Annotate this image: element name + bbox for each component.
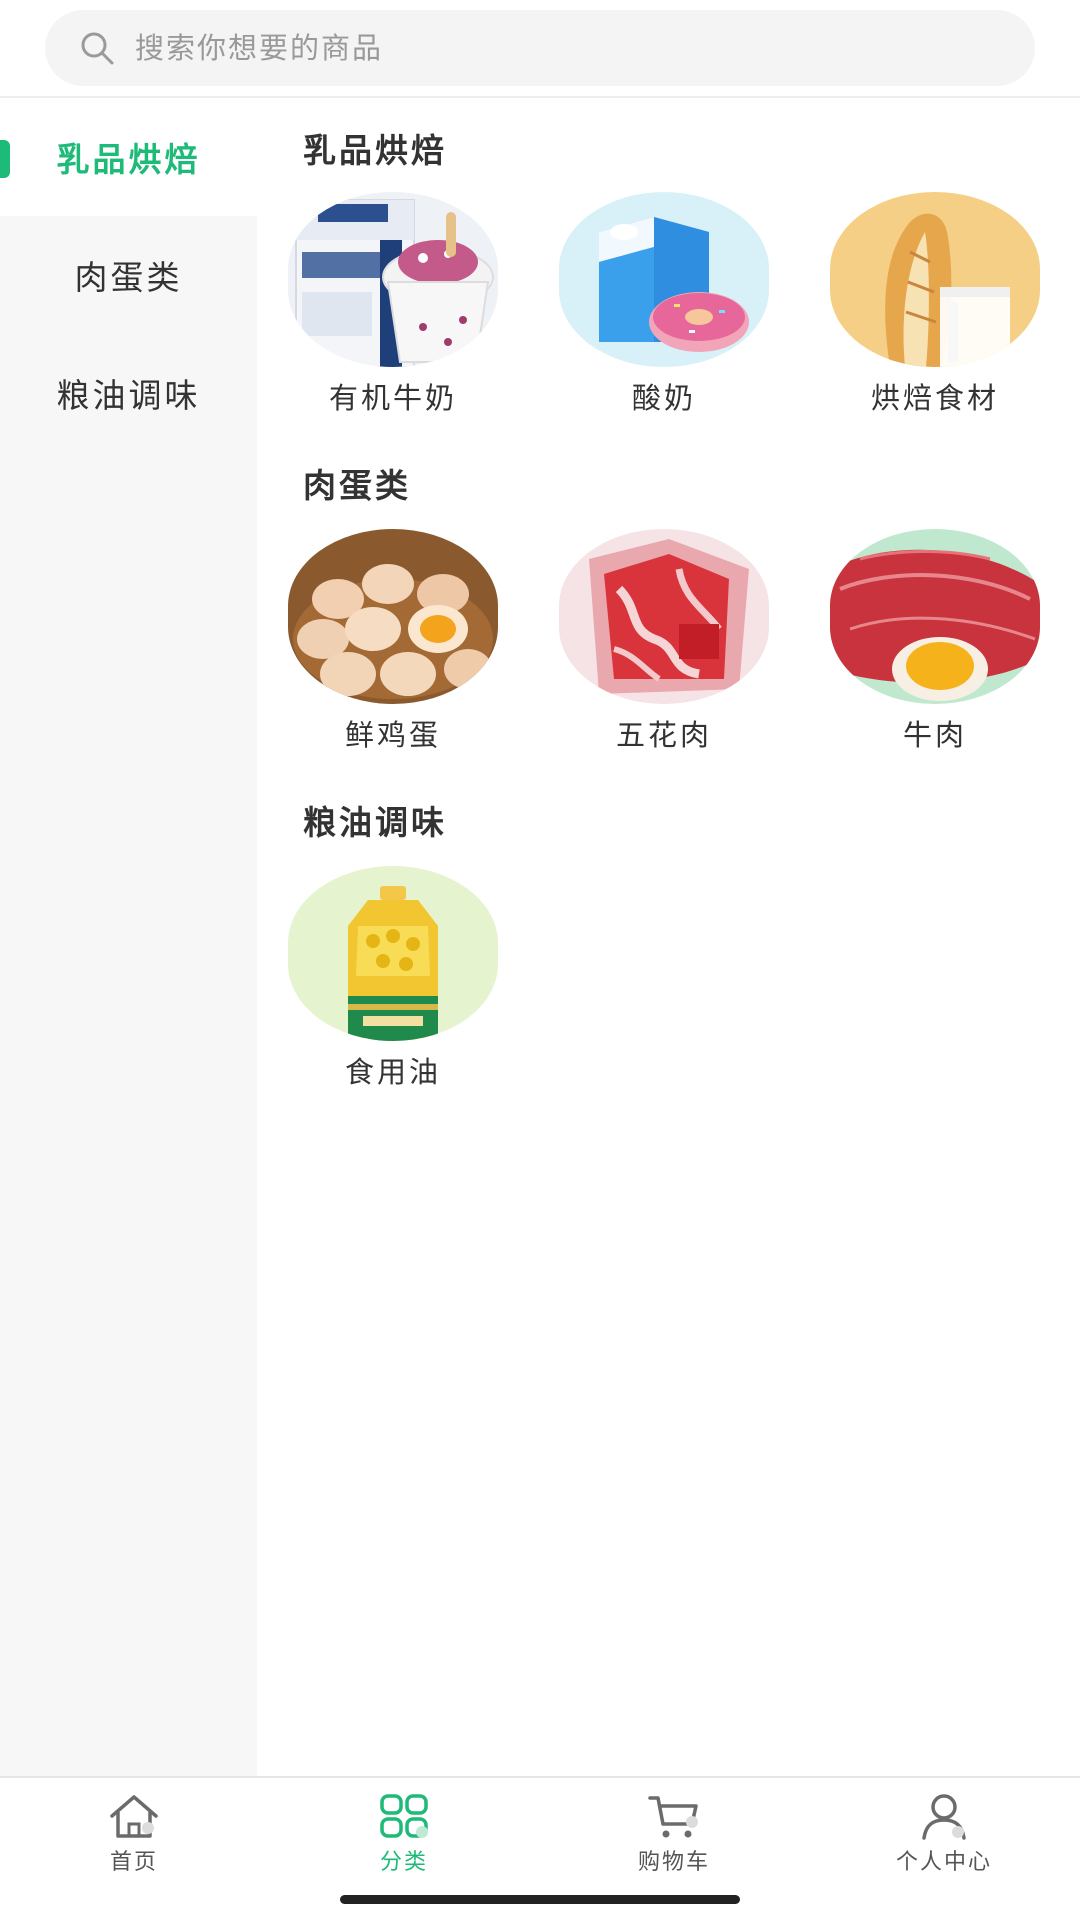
sidebar-item-dairy-bakery[interactable]: 乳品烘焙 bbox=[0, 98, 257, 216]
fresh-eggs-image bbox=[288, 529, 498, 704]
section-title: 粮油调味 bbox=[303, 803, 447, 842]
sidebar-item-label: 乳品烘焙 bbox=[56, 140, 201, 179]
product-beef[interactable]: 牛肉 bbox=[829, 529, 1041, 754]
yogurt-image bbox=[559, 192, 769, 367]
section-dairy-bakery: 乳品烘焙 有机牛奶 酸奶 烘焙食材 bbox=[257, 124, 1080, 417]
product-name: 有机牛奶 bbox=[328, 381, 457, 415]
search-input[interactable] bbox=[133, 30, 1035, 66]
search-icon bbox=[77, 28, 117, 68]
user-icon bbox=[916, 1792, 972, 1842]
sidebar-item-label: 粮油调味 bbox=[56, 376, 201, 415]
product-name: 烘焙食材 bbox=[870, 381, 999, 415]
beef-image bbox=[830, 529, 1040, 704]
product-organic-milk[interactable]: 有机牛奶 bbox=[287, 192, 499, 417]
product-name: 牛肉 bbox=[902, 718, 967, 752]
search-bar[interactable] bbox=[45, 10, 1035, 86]
product-grid: 鲜鸡蛋 五花肉 牛肉 bbox=[257, 529, 1080, 754]
product-grid: 有机牛奶 酸奶 烘焙食材 bbox=[257, 192, 1080, 417]
tab-cart[interactable]: 购物车 bbox=[599, 1792, 749, 1876]
home-indicator[interactable] bbox=[340, 1895, 740, 1904]
product-cooking-oil[interactable]: 食用油 bbox=[287, 866, 499, 1091]
product-name: 鲜鸡蛋 bbox=[344, 718, 441, 752]
category-sidebar: 乳品烘焙 肉蛋类 粮油调味 bbox=[0, 98, 257, 1776]
product-baking-ingredients[interactable]: 烘焙食材 bbox=[829, 192, 1041, 417]
section-meat-eggs: 肉蛋类 鲜鸡蛋 五花肉 牛肉 bbox=[257, 459, 1080, 754]
product-fresh-eggs[interactable]: 鲜鸡蛋 bbox=[287, 529, 499, 754]
active-indicator bbox=[0, 140, 10, 178]
sidebar-item-meat-eggs[interactable]: 肉蛋类 bbox=[0, 216, 257, 334]
tab-label: 个人中心 bbox=[895, 1850, 992, 1875]
organic-milk-image bbox=[288, 192, 498, 367]
product-pork-belly[interactable]: 五花肉 bbox=[558, 529, 770, 754]
section-title: 乳品烘焙 bbox=[303, 131, 447, 170]
category-content: 乳品烘焙 有机牛奶 酸奶 烘焙食材 肉蛋类 鲜鸡蛋 五花肉 牛肉 粮油调味 食用… bbox=[257, 98, 1080, 1776]
baking-ingredients-image bbox=[830, 192, 1040, 367]
home-icon bbox=[106, 1792, 162, 1842]
pork-belly-image bbox=[559, 529, 769, 704]
cooking-oil-image bbox=[288, 866, 498, 1041]
product-name: 酸奶 bbox=[631, 381, 696, 415]
cart-icon bbox=[646, 1792, 702, 1842]
sidebar-item-grain-oil[interactable]: 粮油调味 bbox=[0, 334, 257, 452]
product-yogurt[interactable]: 酸奶 bbox=[558, 192, 770, 417]
tab-home[interactable]: 首页 bbox=[59, 1792, 209, 1876]
category-page: 乳品烘焙 肉蛋类 粮油调味 乳品烘焙 bbox=[0, 0, 1080, 1920]
tab-label: 分类 bbox=[379, 1850, 428, 1875]
product-name: 五花肉 bbox=[615, 718, 712, 752]
section-grain-oil: 粮油调味 食用油 bbox=[257, 796, 1080, 1091]
search-header bbox=[0, 0, 1080, 98]
tab-profile[interactable]: 个人中心 bbox=[869, 1792, 1019, 1876]
grid-icon bbox=[376, 1792, 432, 1842]
product-name: 食用油 bbox=[344, 1055, 441, 1089]
section-title: 肉蛋类 bbox=[303, 466, 411, 505]
product-grid: 食用油 bbox=[257, 866, 1080, 1091]
tab-label: 购物车 bbox=[637, 1850, 710, 1875]
sidebar-item-label: 肉蛋类 bbox=[74, 258, 183, 297]
tab-category[interactable]: 分类 bbox=[329, 1792, 479, 1876]
tab-label: 首页 bbox=[109, 1850, 158, 1875]
